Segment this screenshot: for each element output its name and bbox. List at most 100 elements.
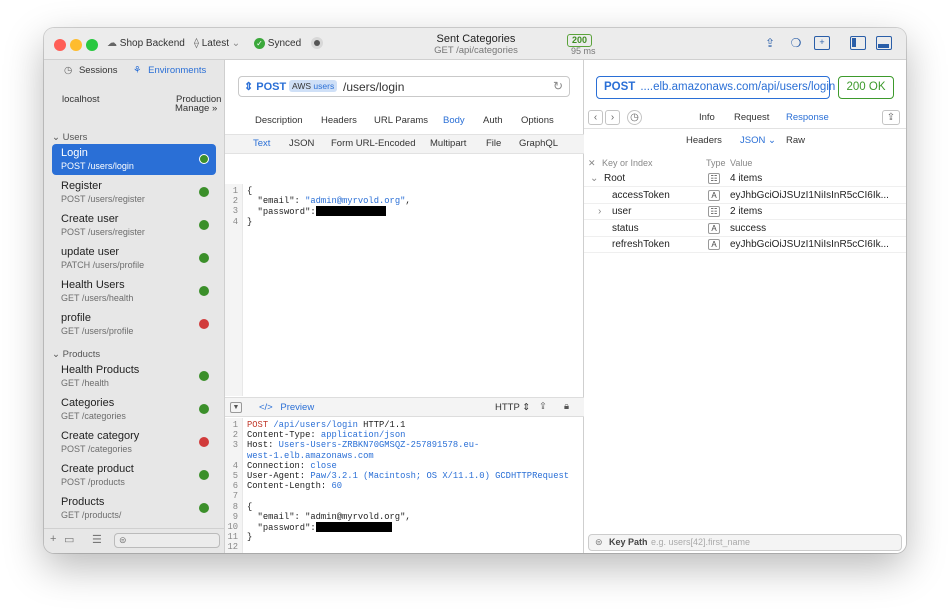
record-button[interactable] — [311, 37, 323, 49]
manage-environments[interactable]: Manage » — [175, 103, 217, 114]
back-icon[interactable]: ‹ — [588, 110, 603, 125]
tab-response[interactable]: Response — [786, 112, 829, 123]
sidebar-footer: + ▭ ☰ ⊜ — [44, 528, 225, 553]
tab-headers[interactable]: Headers — [321, 115, 357, 126]
share-icon[interactable]: ⇪ — [762, 36, 778, 50]
request-name: Create category — [61, 430, 140, 442]
body-editor[interactable]: 1 {2 "email": "admin@myrvold.org", 3 "pass… — [225, 184, 584, 396]
share-icon[interactable]: ⇪ — [539, 401, 547, 412]
filter-input[interactable]: ⊜ — [114, 533, 220, 548]
tab-body[interactable]: Body — [443, 115, 465, 126]
chevron-down-icon: ⌄ — [52, 132, 63, 143]
line-number: 4 — [232, 460, 238, 471]
folder-icon[interactable]: ▭ — [64, 533, 74, 546]
sidebar-tabs: ◷ Sessions ⚘ Environments — [44, 65, 225, 81]
chevron-down-icon: ⌄ — [52, 349, 63, 360]
project-selector[interactable]: ☁ Shop Backend — [107, 38, 185, 49]
sort-icon[interactable]: ☰ — [92, 533, 102, 546]
json-tree-row[interactable]: status Asuccess — [584, 221, 906, 237]
tab-multipart[interactable]: Multipart — [430, 138, 466, 149]
tab-url-params[interactable]: URL Params — [374, 115, 428, 126]
sidebar-request-item[interactable]: Create category POST /categories — [52, 427, 216, 458]
tab-sessions[interactable]: ◷ Sessions — [64, 65, 118, 76]
tab-file[interactable]: File — [486, 138, 501, 149]
toggle-sidebar-icon[interactable] — [850, 36, 866, 50]
tab-options[interactable]: Options — [521, 115, 554, 126]
zoom-window-button[interactable] — [86, 39, 98, 51]
tab-json-label: JSON — [740, 135, 766, 146]
tab-auth[interactable]: Auth — [483, 115, 503, 126]
group-users-label: Users — [62, 132, 88, 143]
preview-tab[interactable]: </> Preview — [259, 402, 314, 413]
add-icon[interactable]: + — [50, 533, 56, 545]
col-type: Type — [706, 158, 726, 168]
json-tree-row[interactable]: ⌄ Root ☷ 4 items — [584, 171, 906, 187]
sidebar-request-item[interactable]: Create user POST /users/register — [52, 210, 216, 241]
sidebar-request-item[interactable]: Login POST /users/login — [52, 144, 216, 175]
redacted-password — [315, 206, 386, 217]
disclosure-closed-icon[interactable]: › — [598, 206, 601, 217]
sync-status[interactable]: ✓ Synced — [254, 38, 301, 49]
refresh-icon[interactable]: ↻ — [553, 79, 563, 93]
method-selector[interactable]: ⇕ POST — [244, 80, 286, 93]
close-window-button[interactable] — [54, 39, 66, 51]
tab-request[interactable]: Request — [734, 112, 769, 123]
request-subtitle: GET /users/health — [61, 293, 134, 303]
sidebar-request-item[interactable]: Register POST /users/register — [52, 177, 216, 208]
string-type-icon: A — [708, 222, 720, 234]
collapse-icon[interactable]: ▼ — [230, 402, 242, 413]
title-text: Sent Categories — [436, 33, 516, 45]
history-icon[interactable]: ◷ — [627, 110, 642, 125]
group-users[interactable]: ⌄ Users — [52, 132, 87, 143]
json-key: user — [612, 206, 632, 217]
tab-headers[interactable]: Headers — [686, 135, 722, 146]
lock-icon[interactable]: 🔒︎ — [564, 401, 569, 412]
url-bar[interactable]: ⇕ POST AWS users /users/login ↻ — [238, 76, 570, 97]
response-method: POST — [604, 81, 636, 93]
sidebar-request-item[interactable]: Products GET /products/ — [52, 493, 216, 524]
env-localhost[interactable]: localhost — [62, 94, 100, 105]
json-tree-row[interactable]: accessToken AeyJhbGciOiJSUzI1NiIsInR5cCI6… — [584, 188, 906, 204]
json-tree-row[interactable]: › user ☷ 2 items — [584, 204, 906, 220]
new-window-icon[interactable]: + — [814, 36, 830, 50]
env-token[interactable]: AWS users — [289, 80, 338, 92]
chat-icon[interactable]: ❍ — [788, 36, 804, 50]
response-time: 95 ms — [571, 46, 596, 56]
tab-raw[interactable]: Raw — [786, 135, 805, 146]
collapse-all-icon[interactable]: ✕ — [588, 158, 596, 169]
tab-text[interactable]: Text — [253, 138, 270, 149]
forward-icon[interactable]: › — [605, 110, 620, 125]
http-format-selector[interactable]: HTTP ⇕ — [495, 402, 530, 413]
request-subtitle: POST /products — [61, 477, 125, 487]
tab-json[interactable]: JSON — [289, 138, 314, 149]
group-products[interactable]: ⌄ Products — [52, 349, 100, 360]
tab-description[interactable]: Description — [255, 115, 303, 126]
sidebar-request-item[interactable]: Categories GET /categories — [52, 394, 216, 425]
tab-form-url-encoded[interactable]: Form URL-Encoded — [331, 138, 415, 149]
tab-json[interactable]: JSON ⌄ — [740, 135, 776, 146]
tab-graphql[interactable]: GraphQL — [519, 138, 558, 149]
export-icon[interactable]: ⇪ — [882, 110, 900, 125]
sidebar-request-item[interactable]: profile GET /users/profile — [52, 309, 216, 340]
json-tree-row[interactable]: refreshToken AeyJhbGciOiJSUzI1NiIsInR5cCI… — [584, 237, 906, 253]
sidebar-request-item[interactable]: update user PATCH /users/profile — [52, 243, 216, 274]
json-key: refreshToken — [612, 239, 670, 250]
sidebar: ◷ Sessions ⚘ Environments localhost Prod… — [44, 60, 225, 553]
key-path-input[interactable]: ⊜ Key Path e.g. users[42].first_name — [588, 534, 902, 551]
sidebar-request-item[interactable]: Create product POST /products — [52, 460, 216, 491]
tab-environments[interactable]: ⚘ Environments — [133, 65, 206, 76]
request-subtitle: GET /health — [61, 378, 109, 388]
disclosure-open-icon[interactable]: ⌄ — [590, 173, 598, 184]
sidebar-request-item[interactable]: Health Products GET /health — [52, 361, 216, 392]
code-line: } — [247, 532, 253, 543]
code-line: Connection: close — [247, 460, 337, 471]
toggle-bottom-panel-icon[interactable] — [876, 36, 892, 50]
tab-info[interactable]: Info — [699, 112, 715, 123]
version-selector[interactable]: ⟠ Latest ⌄ — [194, 38, 240, 49]
line-number: 7 — [232, 491, 238, 502]
response-url[interactable]: POST ....elb.amazonaws.com/api/users/logi… — [596, 76, 835, 99]
request-name: Create product — [61, 463, 134, 475]
url-path[interactable]: /users/login — [343, 80, 404, 94]
sidebar-request-item[interactable]: Health Users GET /users/health — [52, 276, 216, 307]
minimize-window-button[interactable] — [70, 39, 82, 51]
